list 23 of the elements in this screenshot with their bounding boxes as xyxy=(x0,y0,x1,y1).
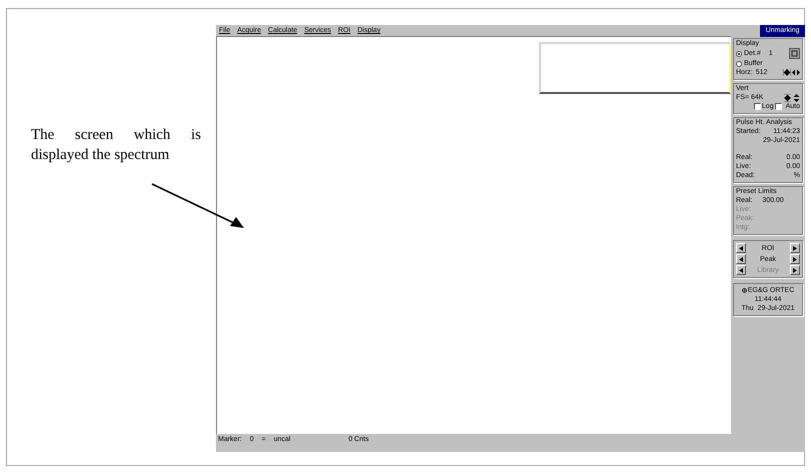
radio-button[interactable] xyxy=(736,60,742,66)
annotation-text: The screen which is displayed the spectrum xyxy=(31,126,201,165)
left-triangle-icon xyxy=(739,256,743,262)
previous-button[interactable] xyxy=(736,254,746,264)
next-button[interactable] xyxy=(790,243,800,253)
radio-button[interactable] xyxy=(736,50,742,56)
left-triangle-icon xyxy=(739,268,743,272)
right-triangle-icon xyxy=(793,268,797,272)
shrink-icon[interactable] xyxy=(783,68,791,76)
right-triangle-icon xyxy=(792,246,797,250)
expand-icon[interactable] xyxy=(792,68,800,76)
right-triangle-icon xyxy=(793,256,797,262)
globe-icon xyxy=(742,288,747,293)
checkbox[interactable] xyxy=(774,103,782,110)
previous-button[interactable] xyxy=(736,243,746,253)
compress-icon[interactable] xyxy=(783,94,791,102)
previous-button[interactable] xyxy=(736,265,746,275)
left-triangle-icon xyxy=(739,246,743,250)
detector-button[interactable] xyxy=(789,48,800,59)
next-button[interactable] xyxy=(790,265,800,275)
stretch-icon[interactable] xyxy=(792,94,800,102)
checkbox[interactable] xyxy=(754,103,761,110)
next-button[interactable] xyxy=(790,254,800,264)
